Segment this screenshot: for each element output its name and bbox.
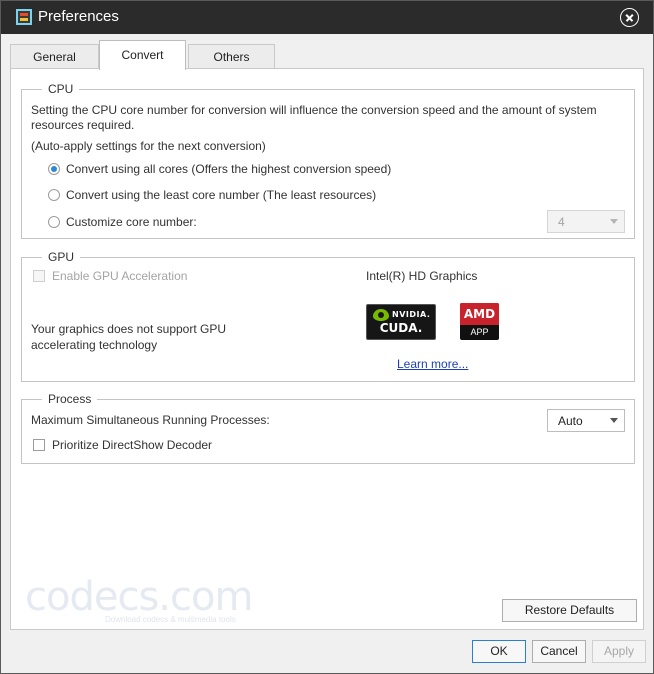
watermark-tagline: Download codecs & multimedia tools <box>105 615 236 624</box>
radio-least-cores[interactable] <box>48 189 60 201</box>
cpu-description-line1: Setting the CPU core number for conversi… <box>31 103 597 117</box>
enable-gpu-label: Enable GPU Acceleration <box>52 269 188 283</box>
restore-defaults-button[interactable]: Restore Defaults <box>502 599 637 622</box>
process-legend: Process <box>42 392 98 406</box>
ok-button[interactable]: OK <box>472 640 526 663</box>
amd-app-logo: AMD APP <box>460 303 499 340</box>
radio-least-cores-label[interactable]: Convert using the least core number (The… <box>66 188 376 202</box>
chevron-down-icon <box>610 219 618 224</box>
nvidia-cuda-text: CUDA. <box>379 321 423 335</box>
title-bar[interactable]: Preferences <box>1 1 653 34</box>
max-processes-label: Maximum Simultaneous Running Processes: <box>31 413 270 427</box>
radio-customize-cores-label[interactable]: Customize core number: <box>66 215 197 229</box>
apply-button[interactable]: Apply <box>592 640 646 663</box>
nvidia-eye-icon <box>373 309 389 321</box>
close-icon[interactable] <box>620 8 639 27</box>
tab-convert[interactable]: Convert <box>99 40 186 70</box>
gpu-not-supported-line2: accelerating technology <box>31 338 158 352</box>
process-group: Process <box>21 392 635 464</box>
app-icon <box>16 9 32 25</box>
cpu-auto-apply-note: (Auto-apply settings for the next conver… <box>31 139 266 153</box>
gpu-adapter-name: Intel(R) HD Graphics <box>366 269 478 283</box>
tab-others[interactable]: Others <box>188 44 275 69</box>
max-processes-select[interactable]: Auto <box>547 409 625 432</box>
amd-brand-text: AMD <box>460 303 499 325</box>
learn-more-link[interactable]: Learn more... <box>397 357 468 371</box>
chevron-down-icon <box>610 418 618 423</box>
enable-gpu-checkbox[interactable] <box>33 270 45 282</box>
radio-all-cores-label[interactable]: Convert using all cores (Offers the high… <box>66 162 391 176</box>
radio-all-cores[interactable] <box>48 163 60 175</box>
core-number-select[interactable]: 4 <box>547 210 625 233</box>
gpu-not-supported-line1: Your graphics does not support GPU <box>31 322 227 336</box>
tab-general[interactable]: General <box>10 44 99 69</box>
nvidia-cuda-logo: NVIDIA. CUDA. <box>366 304 436 340</box>
cpu-legend: CPU <box>42 82 80 96</box>
nvidia-brand-text: NVIDIA. <box>392 310 431 319</box>
watermark-logo: codecs.com <box>25 574 253 620</box>
amd-app-text: APP <box>470 327 489 337</box>
max-processes-value: Auto <box>558 414 583 428</box>
window-title: Preferences <box>38 8 119 25</box>
directshow-checkbox[interactable] <box>33 439 45 451</box>
cpu-description-line2: resources required. <box>31 118 135 132</box>
directshow-label[interactable]: Prioritize DirectShow Decoder <box>52 438 212 452</box>
preferences-window: Preferences General Convert Others CPU S… <box>0 0 654 674</box>
gpu-legend: GPU <box>42 250 81 264</box>
core-number-value: 4 <box>558 215 565 229</box>
cancel-button[interactable]: Cancel <box>532 640 586 663</box>
radio-customize-cores[interactable] <box>48 216 60 228</box>
